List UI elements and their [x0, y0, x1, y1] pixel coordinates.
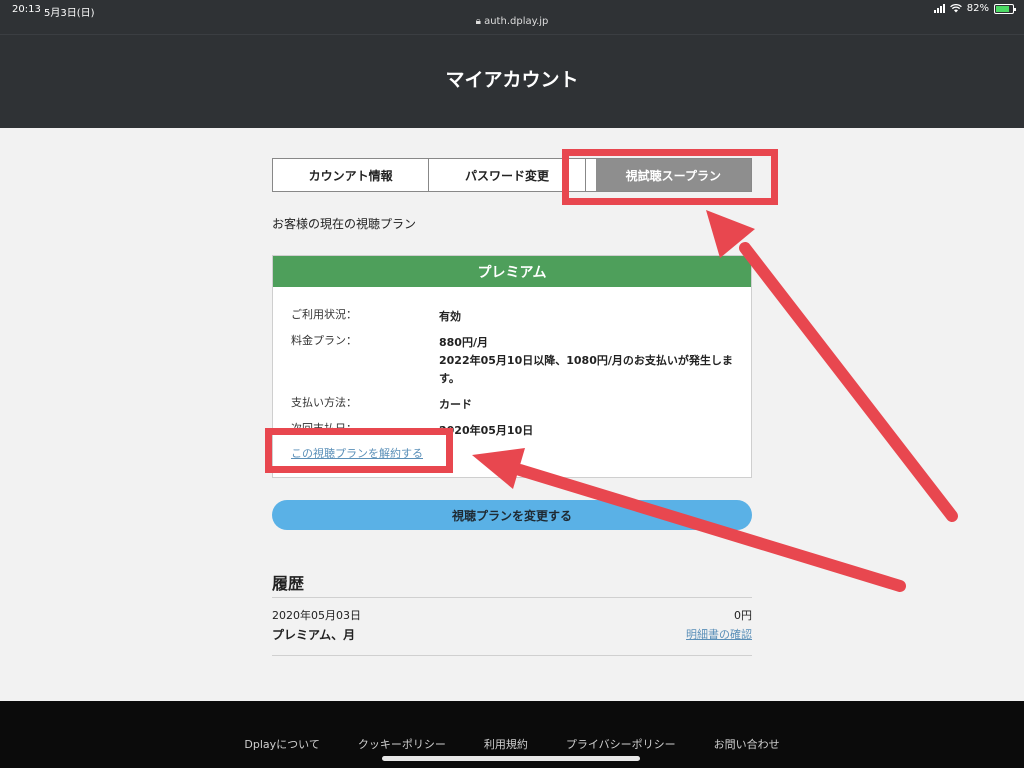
plan-row-price: 料金プラン： 880円/月 2022年05月10日以降、1080円/月のお支払い… — [291, 334, 741, 388]
history-date: 2020年05月03日 — [272, 609, 361, 622]
status-time: 20:13 — [12, 4, 41, 15]
divider — [272, 597, 752, 598]
footer-link-about[interactable]: Dplayについて — [244, 736, 319, 752]
change-plan-button[interactable]: 視聴プランを変更する — [272, 500, 752, 530]
row-label: 料金プラン： — [291, 334, 357, 347]
wifi-icon — [949, 4, 962, 13]
row-value: 880円/月 2022年05月10日以降、1080円/月のお支払いが発生します。 — [439, 334, 741, 388]
highlight-box-cancel — [265, 428, 453, 473]
plan-row-status: ご利用状況： 有効 — [291, 308, 741, 326]
row-value: 2020年05月10日 — [439, 424, 534, 437]
history-title: 履歴 — [272, 574, 305, 593]
address-url: auth.dplay.jp — [484, 16, 549, 27]
footer-link-contact[interactable]: お問い合わせ — [714, 736, 780, 752]
address-bar[interactable]: 🔒︎ auth.dplay.jp — [0, 16, 1024, 27]
history-amount: 0円 — [734, 609, 752, 622]
plan-caption: お客様の現在の視聴プラン — [272, 217, 417, 231]
footer-link-privacy[interactable]: プライバシーポリシー — [566, 736, 676, 752]
plan-row-payment: 支払い方法： カード — [291, 396, 741, 414]
tab-account-info[interactable]: カウンアト情報 — [273, 159, 430, 191]
price-note: 2022年05月10日以降、1080円/月のお支払いが発生します。 — [439, 354, 733, 385]
highlight-box-tab — [562, 149, 778, 205]
row-label: ご利用状況： — [291, 308, 357, 321]
lock-icon: 🔒︎ — [475, 16, 481, 27]
battery-percent: 82% — [966, 3, 989, 14]
home-indicator[interactable] — [382, 756, 640, 761]
row-label: 支払い方法： — [291, 396, 357, 409]
page-header: マイアカウント — [0, 34, 1024, 128]
status-bar: 20:13 5月3日(日) 🔒︎ auth.dplay.jp 82% — [0, 0, 1024, 34]
row-value: 有効 — [439, 310, 461, 323]
statement-link[interactable]: 明細書の確認 — [686, 626, 752, 642]
footer-link-terms[interactable]: 利用規約 — [484, 736, 528, 752]
divider — [272, 655, 752, 656]
battery-fill — [996, 5, 1010, 12]
row-value: カード — [439, 398, 472, 411]
status-indicators: 82% — [933, 3, 1016, 14]
price-value: 880円/月 — [439, 336, 488, 349]
footer-links: Dplayについて クッキーポリシー 利用規約 プライバシーポリシー お問い合わ… — [0, 736, 1024, 752]
page-title: マイアカウント — [445, 69, 579, 91]
history-plan: プレミアム、月 — [272, 628, 356, 642]
footer-link-cookie[interactable]: クッキーポリシー — [358, 736, 446, 752]
battery-icon — [994, 3, 1016, 14]
signal-icon — [933, 4, 945, 13]
plan-details: ご利用状況： 有効 料金プラン： 880円/月 2022年05月10日以降、10… — [291, 308, 741, 448]
plan-card-title: プレミアム — [273, 256, 751, 287]
